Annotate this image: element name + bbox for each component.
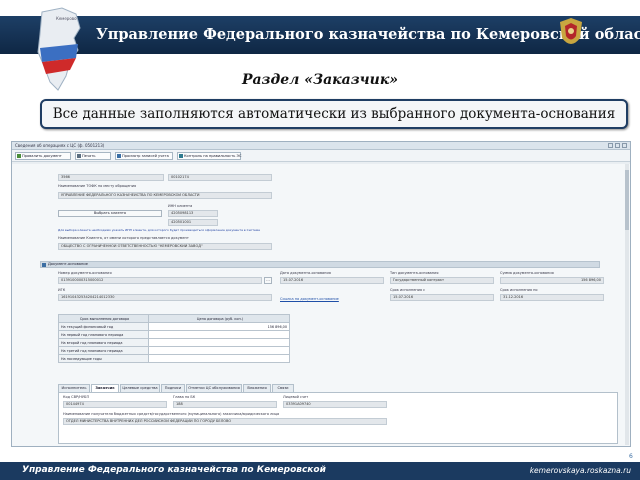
printer-icon [77, 154, 81, 158]
tofk-label: Наименование ТОФК по месту обращения [58, 184, 137, 188]
tofk-field[interactable]: УПРАВЛЕНИЕ ФЕДЕРАЛЬНОГО КАЗНАЧЕЙСТВА ПО … [58, 192, 272, 199]
app-window: Сведения об операциях с ЦС (ф. 0501213) … [11, 141, 631, 447]
doc-picker-button[interactable]: … [264, 277, 272, 284]
account-field[interactable]: 03391A09740 [283, 401, 387, 408]
table-cell[interactable] [148, 338, 290, 347]
doc-sum-label: Сумма документа-основания [500, 271, 554, 275]
table-row: На последующие годы [58, 354, 290, 363]
footer-org-name: Управление Федерального казначейства по … [22, 465, 326, 475]
client-name-field[interactable]: ОБЩЕСТВО С ОГРАНИЧЕННОЙ ОТВЕТСТВЕННОСТЬЮ… [58, 243, 272, 250]
customer-tab-panel: Код СВР/НУБП 00144974 Глава по БК 188 Ли… [58, 392, 618, 444]
table-cell: На первый год планового периода [58, 330, 149, 339]
app-titlebar: Сведения об операциях с ЦС (ф. 0501213) [12, 142, 630, 150]
table-cell: На второй год планового периода [58, 338, 149, 347]
glava-label: Глава по БК [173, 395, 196, 399]
table-row: На второй год планового периода [58, 338, 290, 347]
toolbar-button-records[interactable]: Просмотр записей учета [115, 152, 173, 160]
doc-section-header[interactable]: Документ-основание [40, 261, 600, 268]
warning-text: Для выбора клиента необходимо указать ИН… [58, 228, 260, 232]
table-header-row: Срок выполнения договора Цена договора (… [58, 314, 290, 323]
inn-field[interactable]: 4205098113 [168, 210, 218, 217]
coat-of-arms-icon [560, 18, 582, 44]
table-cell: На третий год планового периода [58, 346, 149, 355]
page-number: 6 [629, 453, 633, 460]
doc-num-field[interactable]: 0139100000315000012 [58, 277, 262, 284]
table-row: На первый год планового периода [58, 330, 290, 339]
end-date-label: Срок исполнения по [500, 288, 538, 292]
toolbar-button-print[interactable]: Печать [75, 152, 111, 160]
scroll-thumb[interactable] [625, 170, 629, 230]
collapse-icon[interactable] [42, 263, 46, 267]
info-note: Все данные заполняются автоматически из … [40, 99, 628, 129]
window-title: Сведения об операциях с ЦС (ф. 0501213) [15, 143, 105, 148]
close-icon[interactable] [622, 143, 627, 148]
toolbar: Провалить документ Печать Просмотр запис… [12, 150, 630, 162]
table-cell: На последующие годы [58, 354, 149, 363]
table-cell[interactable] [148, 354, 290, 363]
form-body: 3566 00102174 Наименование ТОФК по месту… [12, 164, 630, 446]
table-cell[interactable]: 156 896,00 [148, 322, 290, 331]
maximize-icon[interactable] [615, 143, 620, 148]
table-cell[interactable] [148, 330, 290, 339]
footer-website[interactable]: kemerovskaya.roskazna.ru [530, 466, 631, 475]
kpp-field[interactable]: 420501001 [168, 219, 218, 226]
end-date-field[interactable]: 31.12.2016 [500, 294, 604, 301]
svr-field[interactable]: 00144974 [63, 401, 167, 408]
doc-type-label: Тип документа-основания [390, 271, 439, 275]
client-name-label: Наименование Клиента, от имени которого … [58, 236, 189, 240]
minimize-icon[interactable] [608, 143, 613, 148]
doc-num-label: Номер документа-основания [58, 271, 112, 275]
ikz-field[interactable]: 161910432534204214012330 [58, 294, 272, 301]
svr-label: Код СВР/НУБП [63, 395, 90, 399]
inn-label: ИНН клиента [168, 204, 193, 208]
region-label: Кемерово [56, 16, 77, 21]
recipient-field[interactable]: ОТДЕЛ МИНИСТЕРСТВА ВНУТРЕННИХ ДЕЛ РОССИЙ… [63, 418, 387, 425]
checkmark-icon [17, 154, 21, 158]
doc-type-field[interactable]: Государственный контракт [390, 277, 494, 284]
header-banner: Управление Федерального казначейства по … [0, 16, 640, 54]
doc-date-field[interactable]: 15.07.2016 [280, 277, 384, 284]
start-date-label: Срок исполнения с [390, 288, 426, 292]
ikz-label: ИГК [58, 288, 66, 292]
info-note-text: Все данные заполняются автоматически из … [52, 106, 616, 122]
shield-icon [179, 154, 183, 158]
table-row: На третий год планового периода [58, 346, 290, 355]
table-header-cell: Срок выполнения договора [58, 314, 149, 323]
code-field-1[interactable]: 3566 [58, 174, 164, 181]
table-cell: На текущий финансовый год [58, 322, 149, 331]
account-label: Лицевой счет [283, 395, 309, 399]
start-date-field[interactable]: 15.07.2016 [390, 294, 494, 301]
footer: Управление Федерального казначейства по … [0, 462, 640, 480]
glava-field[interactable]: 188 [173, 401, 277, 408]
scrollbar[interactable] [625, 164, 629, 445]
code-field-2[interactable]: 00102174 [168, 174, 272, 181]
table-row: На текущий финансовый год 156 896,00 [58, 322, 290, 331]
toolbar-button-check[interactable]: Контроль на правильность ЭС [177, 152, 242, 160]
table-cell[interactable] [148, 346, 290, 355]
doc-date-label: Дата документа-основания [280, 271, 331, 275]
doc-sum-field[interactable]: 156 896,00 [500, 277, 604, 284]
section-title: Раздел «Заказчик» [241, 72, 399, 88]
doc-link[interactable]: Ссылка на документ-основание [280, 297, 339, 301]
list-icon [117, 154, 121, 158]
select-client-button[interactable]: Выбрать клиента [58, 210, 162, 217]
recipient-label: Наименование получателя бюджетных средст… [63, 412, 280, 416]
period-table: Срок выполнения договора Цена договора (… [58, 314, 290, 363]
table-header-cell: Цена договора (руб. коп.) [148, 314, 290, 323]
toolbar-button-validate[interactable]: Провалить документ [15, 152, 71, 160]
